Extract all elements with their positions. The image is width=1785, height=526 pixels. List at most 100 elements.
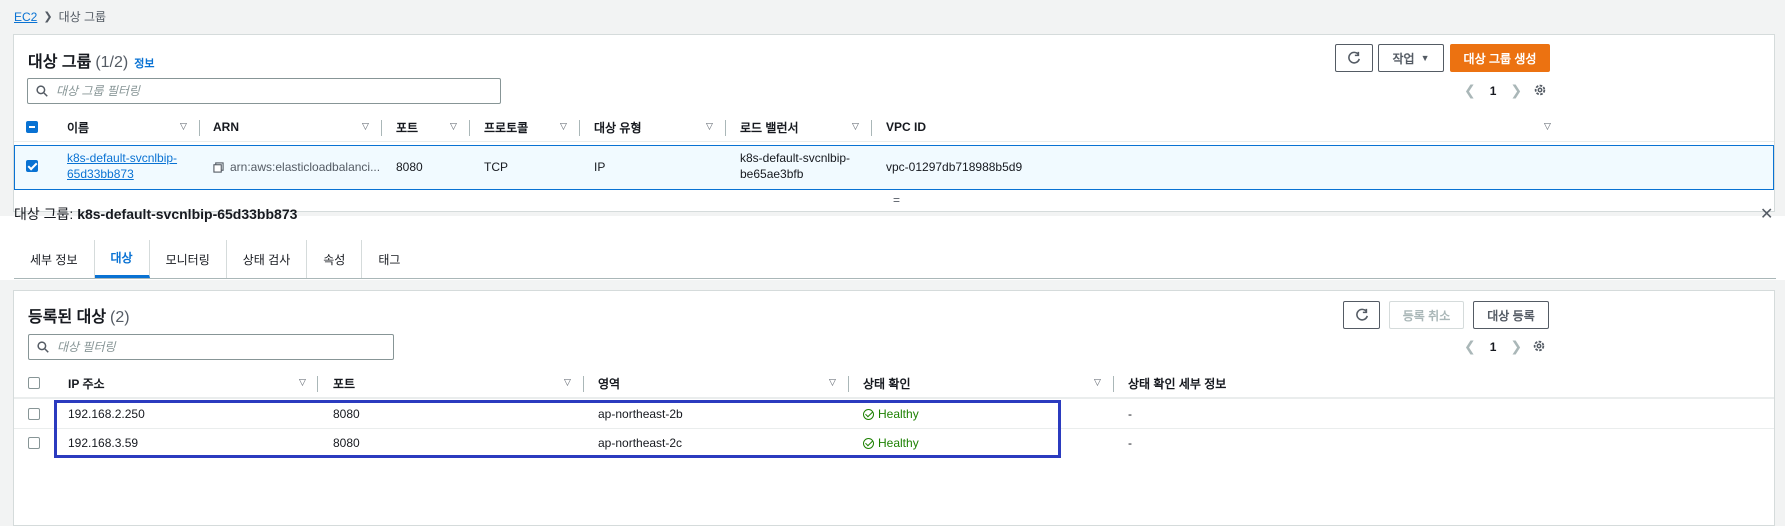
sort-icon[interactable]: ▽ (362, 121, 369, 132)
gear-icon[interactable] (1533, 83, 1547, 97)
sort-icon[interactable]: ▽ (1094, 377, 1101, 388)
column-divider (469, 120, 470, 136)
sort-icon[interactable]: ▽ (706, 121, 713, 132)
column-divider (579, 120, 580, 136)
sort-icon[interactable]: ▽ (450, 121, 457, 132)
column-divider (1113, 376, 1114, 392)
registered-targets-heading: 등록된 대상 (2) (28, 303, 130, 327)
panel-splitter-handle[interactable]: = (893, 193, 900, 207)
name-line-1[interactable]: k8s-default-svcnlbip- (67, 151, 177, 165)
gear-icon[interactable] (1532, 339, 1546, 353)
col-name[interactable]: 이름 (67, 112, 89, 142)
vpc-id-value: vpc-01297db718988b5d9 (886, 160, 1023, 174)
col-protocol[interactable]: 프로토콜 (484, 112, 528, 142)
refresh-button[interactable] (1335, 44, 1373, 72)
sort-icon[interactable]: ▽ (299, 377, 306, 388)
select-all-checkbox[interactable] (26, 112, 38, 142)
info-link[interactable]: 정보 (134, 58, 154, 70)
load-balancer-value: k8s-default-svcnlbip- be65ae3bfb (740, 150, 850, 182)
column-divider (871, 120, 872, 136)
health-details-value: - (1128, 407, 1132, 421)
col-arn[interactable]: ARN (213, 112, 239, 142)
targets-search-input[interactable] (57, 340, 378, 354)
tab-health-checks[interactable]: 상태 검사 (227, 240, 308, 278)
breadcrumb-ec2-link[interactable]: EC2 (14, 10, 37, 24)
create-target-group-button[interactable]: 대상 그룹 생성 (1450, 44, 1550, 72)
col-port[interactable]: 포트 (396, 112, 418, 142)
search-icon (37, 341, 49, 353)
register-targets-button[interactable]: 대상 등록 (1473, 301, 1549, 329)
tab-attributes[interactable]: 속성 (307, 240, 363, 278)
registered-targets-count: (2) (110, 309, 130, 326)
copy-icon[interactable] (213, 161, 224, 173)
targets-table-header: IP 주소 ▽ 포트 ▽ 영역 ▽ 상태 확인 ▽ 상태 확인 세부 정보 (14, 368, 1774, 398)
column-divider (199, 120, 200, 136)
name-line-2[interactable]: 65d33bb873 (67, 167, 134, 181)
caret-down-icon: ▼ (1420, 53, 1430, 63)
sort-icon[interactable]: ▽ (829, 377, 836, 388)
search-icon (36, 85, 48, 97)
refresh-targets-button[interactable] (1343, 301, 1380, 329)
col-health-status[interactable]: 상태 확인 (863, 368, 911, 398)
pagination-top: ❮ 1 ❯ (1464, 82, 1522, 99)
col-port[interactable]: 포트 (333, 368, 355, 398)
select-all-targets-checkbox[interactable] (28, 368, 40, 398)
row-checkbox[interactable] (28, 408, 40, 420)
target-group-name-link[interactable]: k8s-default-svcnlbip- 65d33bb873 (67, 150, 177, 182)
target-groups-count: (1/2) (95, 54, 129, 71)
refresh-icon (1348, 51, 1361, 64)
column-divider (381, 120, 382, 136)
col-vpc-id[interactable]: VPC ID (886, 112, 926, 142)
registered-targets-title: 등록된 대상 (28, 309, 107, 326)
row-checkbox[interactable] (26, 160, 38, 172)
next-page-icon[interactable]: ❯ (1510, 82, 1522, 99)
column-divider (583, 376, 584, 392)
prev-page-icon[interactable]: ❮ (1464, 338, 1476, 355)
detail-title: 대상 그룹: k8s-default-svcnlbip-65d33bb873 (14, 204, 297, 224)
next-page-icon[interactable]: ❯ (1510, 338, 1522, 355)
breadcrumb: EC2 ❯ 대상 그룹 (14, 8, 106, 25)
target-type-value: IP (594, 160, 606, 174)
col-zone[interactable]: 영역 (598, 368, 620, 398)
target-groups-title: 대상 그룹 (28, 54, 92, 71)
lb-line-1: k8s-default-svcnlbip- (740, 151, 851, 165)
detail-title-name: k8s-default-svcnlbip-65d33bb873 (77, 206, 298, 222)
lb-line-2: be65ae3bfb (740, 167, 804, 181)
refresh-icon (1355, 308, 1368, 321)
tab-details[interactable]: 세부 정보 (14, 240, 95, 278)
column-divider (848, 376, 849, 392)
chevron-right-icon: ❯ (43, 11, 53, 23)
detail-tabs: 세부 정보 대상 모니터링 상태 검사 속성 태그 (14, 240, 416, 278)
col-target-type[interactable]: 대상 유형 (594, 112, 642, 142)
targets-search[interactable] (28, 334, 394, 360)
current-page[interactable]: 1 (1490, 84, 1497, 98)
prev-page-icon[interactable]: ❮ (1464, 82, 1476, 99)
arn-cell: arn:aws:elasticloadbalanci... (213, 159, 380, 175)
col-ip-address[interactable]: IP 주소 (68, 368, 105, 398)
tab-tags[interactable]: 태그 (362, 240, 416, 278)
tab-targets[interactable]: 대상 (94, 240, 150, 278)
tab-monitoring[interactable]: 모니터링 (150, 240, 227, 278)
target-groups-table-header: 이름 ▽ ARN ▽ 포트 ▽ 프로토콜 ▽ 대상 유형 ▽ 로드 밸런서 ▽ … (14, 112, 1774, 142)
tabs-divider (14, 278, 1776, 279)
sort-icon[interactable]: ▽ (852, 121, 859, 132)
target-group-search[interactable] (27, 78, 501, 104)
pagination-bottom: ❮ 1 ❯ (1464, 338, 1522, 355)
current-page[interactable]: 1 (1490, 340, 1497, 354)
row-checkbox[interactable] (28, 437, 40, 449)
sort-icon[interactable]: ▽ (564, 377, 571, 388)
breadcrumb-current: 대상 그룹 (58, 10, 107, 24)
actions-dropdown-button[interactable]: 작업 ▼ (1378, 44, 1444, 72)
column-divider (317, 376, 318, 392)
deregister-button[interactable]: 등록 취소 (1389, 301, 1464, 329)
sort-icon[interactable]: ▽ (560, 121, 567, 132)
col-load-balancer[interactable]: 로드 밸런서 (740, 112, 799, 142)
sort-icon[interactable]: ▽ (180, 121, 187, 132)
close-icon[interactable]: ✕ (1760, 204, 1773, 224)
arn-value: arn:aws:elasticloadbalanci... (230, 160, 381, 174)
protocol-value: TCP (484, 160, 508, 174)
target-group-search-input[interactable] (56, 84, 474, 98)
col-health-details[interactable]: 상태 확인 세부 정보 (1128, 368, 1226, 398)
sort-icon[interactable]: ▽ (1544, 121, 1551, 132)
health-details-value: - (1128, 436, 1132, 450)
